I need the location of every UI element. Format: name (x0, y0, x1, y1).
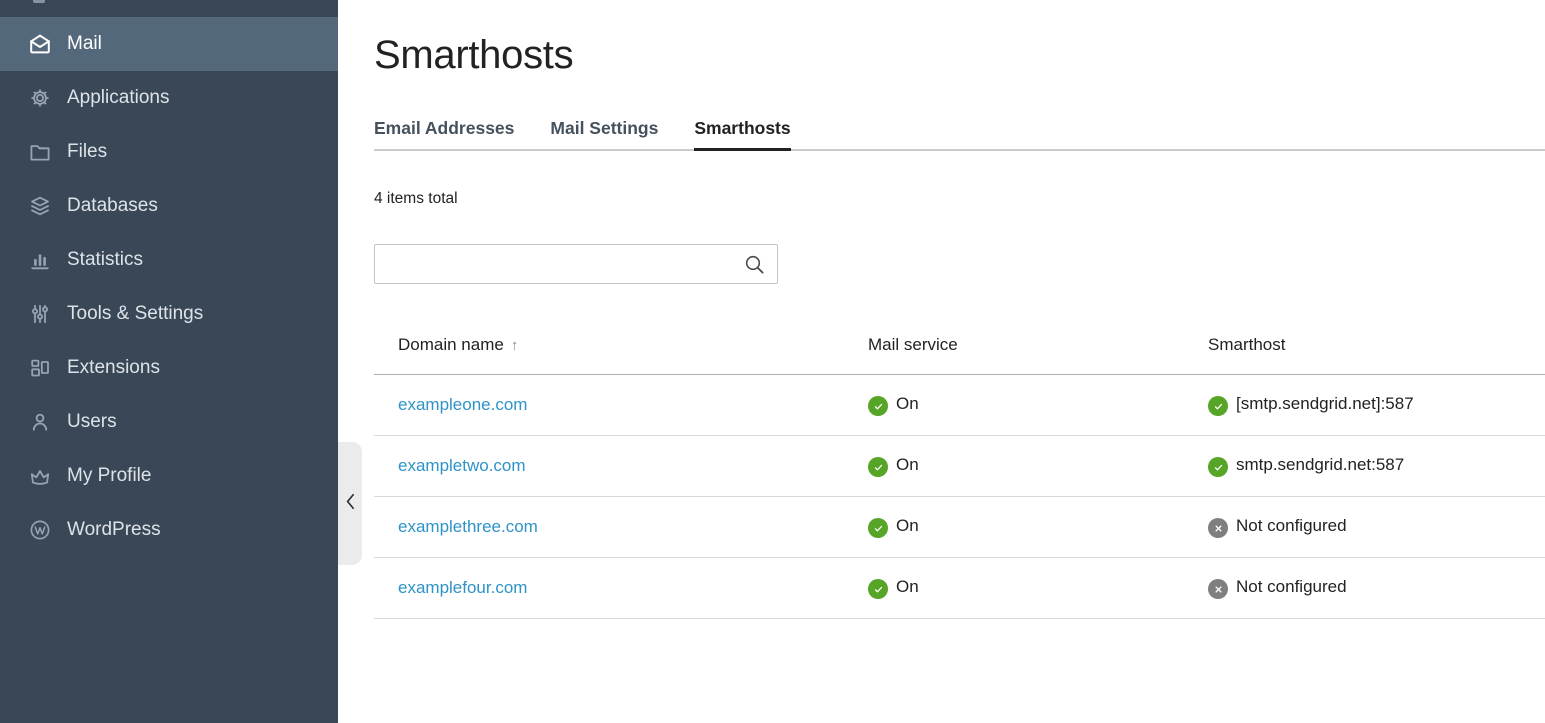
sidebar-item-label: WordPress (67, 519, 161, 541)
main-content: Smarthosts Email Addresses Mail Settings S… (338, 0, 1545, 723)
check-circle-icon (1208, 457, 1228, 477)
sidebar: Mail Applications Files Databases Statistics… (0, 0, 338, 723)
users-icon (28, 410, 52, 434)
tab-bar: Email Addresses Mail Settings Smarthosts (374, 118, 1545, 151)
domain-link[interactable]: exampleone.com (398, 395, 527, 414)
smarthost-label: smtp.sendgrid.net:587 (1236, 455, 1404, 474)
sidebar-item-my-profile[interactable]: My Profile (0, 449, 338, 503)
domain-link[interactable]: exampletwo.com (398, 456, 526, 475)
sidebar-item-tools-settings[interactable]: Tools & Settings (0, 287, 338, 341)
sidebar-item-statistics[interactable]: Statistics (0, 233, 338, 287)
column-header-smarthost[interactable]: Smarthost (1184, 319, 1545, 375)
sort-asc-icon: ↑ (511, 337, 519, 354)
my-profile-icon (28, 464, 52, 488)
sidebar-item-files[interactable]: Files (0, 125, 338, 179)
column-header-label: Domain name (398, 335, 504, 354)
databases-icon (28, 194, 52, 218)
sidebar-item-label: Statistics (67, 249, 143, 271)
check-circle-icon (868, 518, 888, 538)
sidebar-item-extensions[interactable]: Extensions (0, 341, 338, 395)
mail-service-cell: On (844, 436, 1184, 497)
smarthost-cell: Not configured (1184, 497, 1545, 558)
check-circle-icon (868, 457, 888, 477)
sidebar-item-label: Extensions (67, 357, 160, 379)
chevron-left-icon (345, 491, 356, 517)
sidebar-item-label: Users (67, 411, 117, 433)
cross-circle-icon (1208, 579, 1228, 599)
smarthost-label: Not configured (1236, 516, 1347, 535)
plesk-app: Mail Applications Files Databases Statistics… (0, 0, 1545, 723)
mail-service-label: On (896, 516, 919, 535)
column-header-label: Smarthost (1208, 335, 1285, 354)
sidebar-item-applications[interactable]: Applications (0, 71, 338, 125)
smarthost-label: Not configured (1236, 577, 1347, 596)
mail-icon (28, 32, 52, 56)
sidebar-item-label: Files (67, 141, 107, 163)
sidebar-collapse-button[interactable] (338, 442, 362, 565)
mail-service-label: On (896, 455, 919, 474)
mail-service-cell: On (844, 558, 1184, 619)
domain-cell: examplefour.com (374, 558, 844, 619)
table-row: examplethree.com On Not configured (374, 497, 1545, 558)
check-circle-icon (868, 579, 888, 599)
table-row: examplefour.com On Not configured (374, 558, 1545, 619)
check-circle-icon (1208, 396, 1228, 416)
page-title: Smarthosts (374, 28, 1545, 82)
sidebar-item-label: Tools & Settings (67, 303, 203, 325)
sidebar-item-label: Applications (67, 87, 169, 109)
tab-email-addresses[interactable]: Email Addresses (374, 118, 514, 149)
smarthosts-table: Domain name ↑ Mail service Smarthost exam… (374, 319, 1545, 619)
extensions-icon (28, 356, 52, 380)
domain-cell: exampletwo.com (374, 436, 844, 497)
search-box (374, 244, 778, 284)
tools-settings-icon (28, 302, 52, 326)
domain-link[interactable]: examplethree.com (398, 517, 538, 536)
column-header-domain-name[interactable]: Domain name ↑ (374, 319, 844, 375)
sidebar-item-wordpress[interactable]: WordPress (0, 503, 338, 557)
table-row: exampletwo.com On smtp.sendgrid.net:587 (374, 436, 1545, 497)
mail-service-cell: On (844, 375, 1184, 436)
applications-icon (28, 86, 52, 110)
sidebar-item-label: My Profile (67, 465, 151, 487)
column-header-label: Mail service (868, 335, 958, 354)
sidebar-item-label: Databases (67, 195, 158, 217)
cross-circle-icon (1208, 518, 1228, 538)
mail-service-cell: On (844, 497, 1184, 558)
domain-link[interactable]: examplefour.com (398, 578, 527, 597)
sidebar-item-label: Mail (67, 33, 102, 55)
smarthost-cell: smtp.sendgrid.net:587 (1184, 436, 1545, 497)
smarthost-cell: [smtp.sendgrid.net]:587 (1184, 375, 1545, 436)
tab-mail-settings[interactable]: Mail Settings (550, 118, 658, 149)
sidebar-item-mail[interactable]: Mail (0, 17, 338, 71)
mail-service-label: On (896, 394, 919, 413)
search-icon[interactable] (743, 253, 767, 277)
mail-service-label: On (896, 577, 919, 596)
search-input[interactable] (375, 245, 777, 283)
files-icon (28, 140, 52, 164)
domain-cell: examplethree.com (374, 497, 844, 558)
smarthost-label: [smtp.sendgrid.net]:587 (1236, 394, 1414, 413)
sidebar-nav: Mail Applications Files Databases Statistics… (0, 0, 338, 557)
domain-cell: exampleone.com (374, 375, 844, 436)
table-row: exampleone.com On [smtp.sendgrid.net]:587 (374, 375, 1545, 436)
table-header-row: Domain name ↑ Mail service Smarthost (374, 319, 1545, 375)
column-header-mail-service[interactable]: Mail service (844, 319, 1184, 375)
wordpress-icon (28, 518, 52, 542)
sidebar-item-partial (33, 0, 45, 3)
sidebar-item-users[interactable]: Users (0, 395, 338, 449)
tab-smarthosts[interactable]: Smarthosts (694, 118, 790, 151)
check-circle-icon (868, 396, 888, 416)
smarthost-cell: Not configured (1184, 558, 1545, 619)
sidebar-item-databases[interactable]: Databases (0, 179, 338, 233)
statistics-icon (28, 248, 52, 272)
items-total: 4 items total (374, 190, 1545, 208)
